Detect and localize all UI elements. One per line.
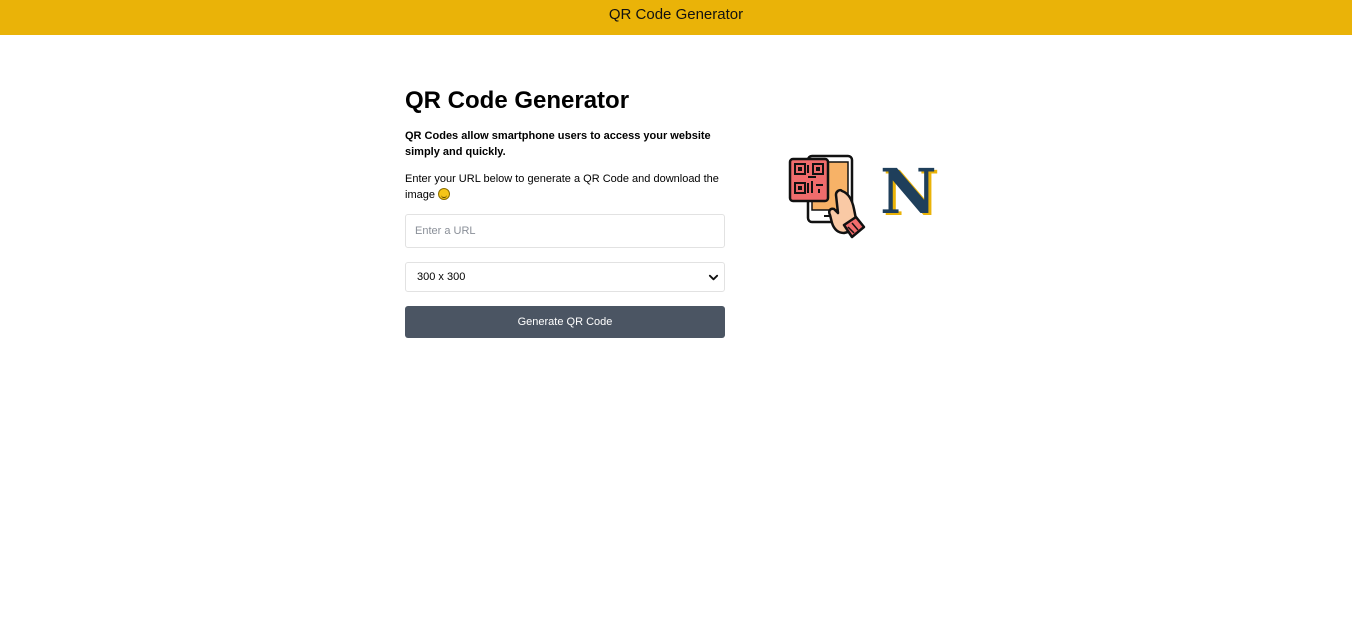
url-input[interactable] <box>405 214 725 248</box>
instruction-label: Enter your URL below to generate a QR Co… <box>405 173 719 201</box>
generator-form: QR Code Generator QR Codes allow smartph… <box>405 86 725 338</box>
instruction-text: Enter your URL below to generate a QR Co… <box>405 171 720 203</box>
lead-text: QR Codes allow smartphone users to acces… <box>405 130 711 158</box>
qr-phone-scan-icon <box>788 154 866 239</box>
smiling-face-icon <box>438 188 451 200</box>
generate-qr-button[interactable]: Generate QR Code <box>405 306 725 338</box>
header-title: QR Code Generator <box>608 6 744 23</box>
size-select-value: 300 x 300 <box>417 271 466 283</box>
chevron-down-icon <box>708 274 719 281</box>
brand-logo: N N <box>880 160 940 222</box>
logo-letter: N <box>880 160 937 222</box>
page-title: QR Code Generator <box>405 87 630 114</box>
top-header: QR Code Generator <box>0 0 1352 35</box>
size-select[interactable]: 300 x 300 <box>405 262 725 292</box>
